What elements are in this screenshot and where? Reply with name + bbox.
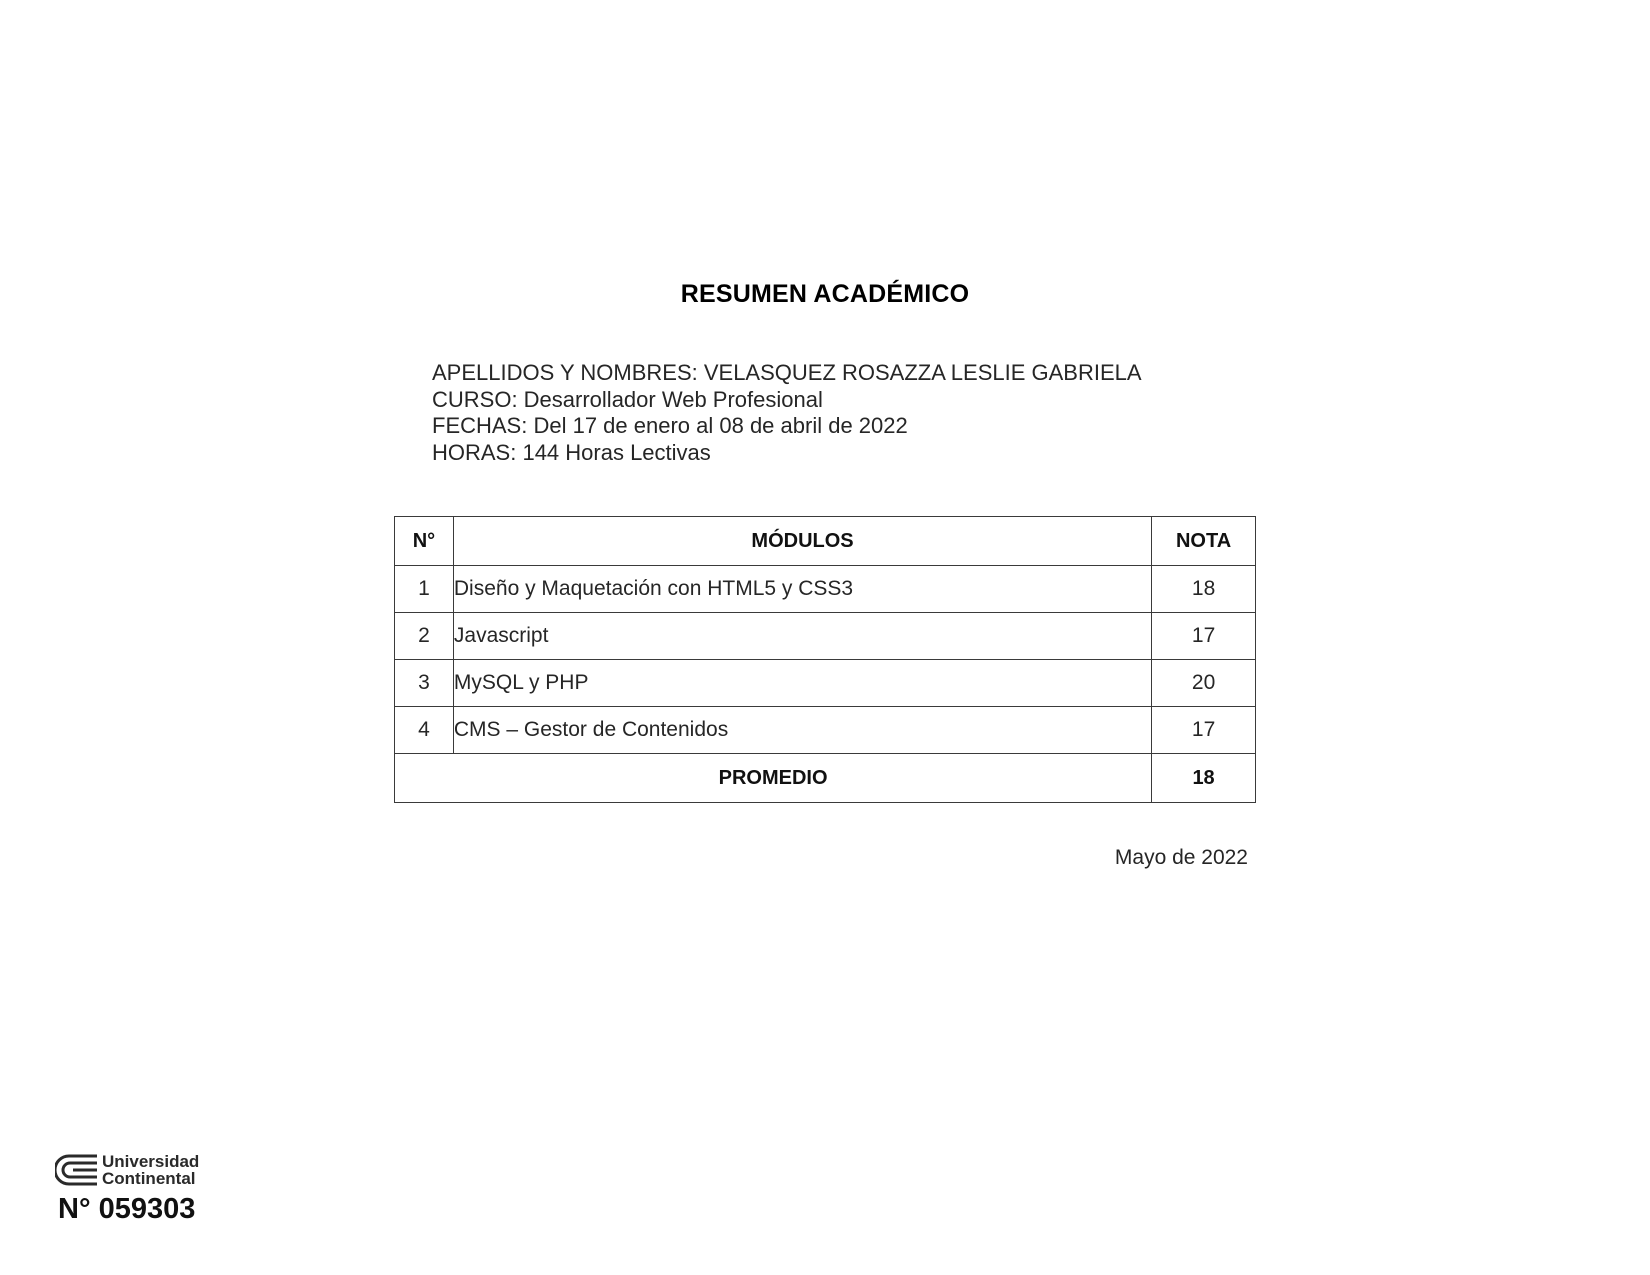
average-label: PROMEDIO [393,753,1153,803]
course-line: CURSO: Desarrollador Web Profesional [432,386,823,412]
average-row: PROMEDIO 18 [393,753,1256,803]
row-number: 3 [394,659,454,707]
table-row: 2 Javascript 17 [394,612,1256,660]
logo-text: Universidad Continental [102,1153,199,1187]
average-value: 18 [1151,753,1256,803]
row-number: 1 [394,565,454,613]
header-modules: MÓDULOS [452,516,1153,566]
row-grade: 17 [1151,706,1256,754]
row-grade: 20 [1151,659,1256,707]
student-info-block: APELLIDOS Y NOMBRES: VELASQUEZ ROSAZZA L… [432,360,1142,466]
serial-number: N° 059303 [58,1193,196,1225]
grades-table: N° MÓDULOS NOTA 1 Diseño y Maquetación c… [393,516,1256,803]
row-module: CMS – Gestor de Contenidos [452,706,1153,754]
table-row: 4 CMS – Gestor de Contenidos 17 [394,706,1256,754]
logo-line-2: Continental [102,1169,196,1188]
university-logo: Universidad Continental [55,1153,199,1187]
table-row: 1 Diseño y Maquetación con HTML5 y CSS3 … [394,565,1256,613]
table-header-row: N° MÓDULOS NOTA [394,516,1256,566]
hours-line: HORAS: 144 Horas Lectivas [432,439,711,465]
row-module: Diseño y Maquetación con HTML5 y CSS3 [452,565,1153,613]
row-module: Javascript [452,612,1153,660]
header-grade: NOTA [1151,516,1256,566]
table-row: 3 MySQL y PHP 20 [394,659,1256,707]
document-title: RESUMEN ACADÉMICO [680,280,970,308]
issue-date: Mayo de 2022 [1114,846,1248,869]
row-number: 4 [394,706,454,754]
row-module: MySQL y PHP [452,659,1153,707]
row-grade: 17 [1151,612,1256,660]
university-continental-logo-icon [55,1154,97,1186]
row-number: 2 [394,612,454,660]
student-name-line: APELLIDOS Y NOMBRES: VELASQUEZ ROSAZZA L… [432,360,1142,385]
logo-line-1: Universidad [102,1152,200,1171]
row-grade: 18 [1151,565,1256,613]
dates-line: FECHAS: Del 17 de enero al 08 de abril d… [432,413,908,438]
header-number: N° [394,516,454,566]
